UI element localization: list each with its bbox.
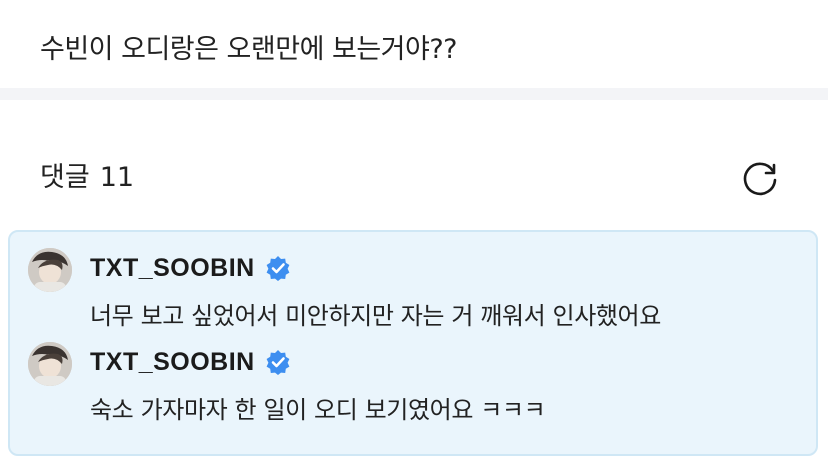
section-divider — [0, 88, 828, 100]
comment-text: 너무 보고 싶었어서 미안하지만 자는 거 깨워서 인사했어요 — [90, 302, 661, 330]
comments-label: 댓글 — [40, 162, 90, 193]
verified-badge-icon — [266, 350, 290, 375]
comments-count: 11 — [99, 162, 135, 193]
author-name[interactable]: TXT_SOOBIN — [90, 348, 255, 377]
avatar[interactable] — [28, 248, 72, 292]
comments-title: 댓글 11 — [40, 158, 134, 198]
fan-post-page: 수빈이 오디랑은 오랜만에 보는거야?? 댓글 11 TXT_SOOBIN 너무… — [0, 0, 828, 468]
comments-header: 댓글 11 — [40, 152, 788, 204]
refresh-button[interactable] — [739, 156, 783, 200]
author-row: TXT_SOOBIN — [90, 342, 291, 382]
refresh-icon — [743, 162, 777, 196]
post-text: 수빈이 오디랑은 오랜만에 보는거야?? — [40, 34, 458, 65]
comment-text: 숙소 가자마자 한 일이 오디 보기였어요 ㅋㅋㅋ — [90, 396, 546, 424]
avatar-image — [28, 248, 72, 292]
author-name[interactable]: TXT_SOOBIN — [90, 254, 255, 283]
avatar[interactable] — [28, 342, 72, 386]
avatar-image — [28, 342, 72, 386]
author-row: TXT_SOOBIN — [90, 248, 291, 288]
verified-badge-icon — [266, 256, 290, 281]
highlighted-comments-box: TXT_SOOBIN 너무 보고 싶었어서 미안하지만 자는 거 깨워서 인사했… — [8, 230, 818, 456]
